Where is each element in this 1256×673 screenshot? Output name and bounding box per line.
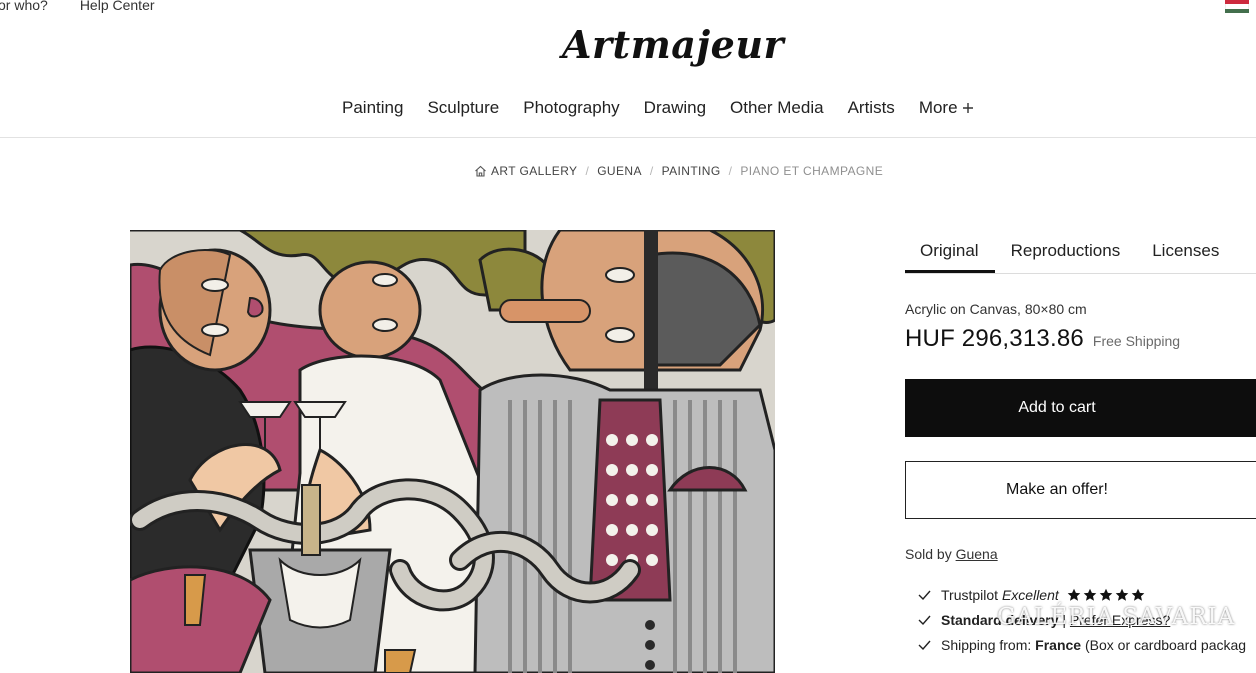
- tab-original[interactable]: Original: [905, 236, 995, 273]
- top-link-who[interactable]: or who?: [0, 0, 48, 13]
- breadcrumb-separator: /: [585, 164, 590, 178]
- star-icon: [1099, 588, 1113, 601]
- nav-more[interactable]: More: [919, 98, 974, 118]
- star-icon: [1083, 588, 1097, 601]
- nav-photography[interactable]: Photography: [523, 98, 619, 118]
- top-utility-links: or who? Help Center: [0, 0, 155, 13]
- free-shipping-note: Free Shipping: [1092, 333, 1181, 349]
- trustpilot-rating: Excellent: [1001, 586, 1059, 603]
- artwork-image[interactable]: [130, 230, 775, 673]
- price: HUF 296,313.86: [905, 325, 1084, 352]
- nav-more-label: More: [918, 98, 958, 117]
- breadcrumb: ART GALLERY / GUENA / PAINTING / PIANO E…: [474, 164, 883, 178]
- breadcrumb-separator: /: [649, 164, 654, 178]
- sold-by-label: Sold by: [905, 546, 952, 562]
- check-icon: [918, 590, 931, 600]
- top-link-help-center[interactable]: Help Center: [80, 0, 155, 13]
- breadcrumb-current: PIANO ET CHAMPAGNE: [740, 164, 884, 178]
- breadcrumb-separator: /: [728, 164, 733, 178]
- star-icon: [1067, 588, 1081, 601]
- nav-artists[interactable]: Artists: [848, 98, 895, 118]
- feature-delivery: Standard delivery | Prefer Express?: [918, 607, 1246, 632]
- nav-divider: [0, 137, 1256, 138]
- nav-drawing[interactable]: Drawing: [644, 98, 706, 118]
- prefer-express-link[interactable]: Prefer Express?: [1070, 612, 1170, 628]
- shipping-from-label: Shipping from:: [941, 636, 1032, 653]
- nav-other-media[interactable]: Other Media: [730, 98, 824, 118]
- breadcrumb-art-gallery[interactable]: ART GALLERY: [491, 164, 577, 178]
- artwork-painting: [130, 230, 775, 673]
- breadcrumb-painting[interactable]: PAINTING: [662, 164, 721, 178]
- purchase-tabs: Original Reproductions Licenses: [905, 236, 1256, 274]
- features-list: Trustpilot Excellent Standard delivery |…: [918, 582, 1246, 657]
- rating-stars: [1067, 588, 1145, 602]
- nav-painting[interactable]: Painting: [342, 98, 403, 118]
- add-to-cart-button[interactable]: Add to cart: [905, 379, 1256, 437]
- price-row: HUF 296,313.86 Free Shipping: [905, 325, 1180, 353]
- nav-sculpture[interactable]: Sculpture: [427, 98, 499, 118]
- plus-icon: [962, 103, 973, 113]
- star-icon: [1115, 588, 1129, 601]
- check-icon: [918, 615, 931, 625]
- feature-trustpilot: Trustpilot Excellent: [918, 582, 1246, 607]
- sold-by: Sold by Guena: [905, 546, 998, 562]
- main-nav: Painting Sculpture Photography Drawing O…: [342, 98, 974, 118]
- check-icon: [918, 640, 931, 650]
- breadcrumb-guena[interactable]: GUENA: [597, 164, 642, 178]
- trustpilot-label: Trustpilot: [941, 586, 999, 603]
- home-icon[interactable]: [474, 165, 487, 177]
- shipping-packaging: (Box or cardboard packag: [1084, 636, 1247, 653]
- delivery-separator: |: [1062, 611, 1067, 628]
- tab-reproductions[interactable]: Reproductions: [995, 236, 1137, 273]
- site-logo[interactable]: Artmajeur: [0, 22, 1256, 67]
- seller-link[interactable]: Guena: [956, 546, 998, 562]
- feature-shipping: Shipping from: France (Box or cardboard …: [918, 632, 1246, 657]
- standard-delivery: Standard delivery: [941, 611, 1059, 628]
- make-offer-button[interactable]: Make an offer!: [905, 461, 1256, 519]
- artwork-medium: Acrylic on Canvas, 80×80 cm: [905, 301, 1087, 317]
- hungary-flag-icon[interactable]: [1225, 0, 1249, 13]
- shipping-country: France: [1035, 636, 1082, 653]
- tab-licenses[interactable]: Licenses: [1136, 236, 1235, 273]
- star-icon: [1131, 588, 1145, 601]
